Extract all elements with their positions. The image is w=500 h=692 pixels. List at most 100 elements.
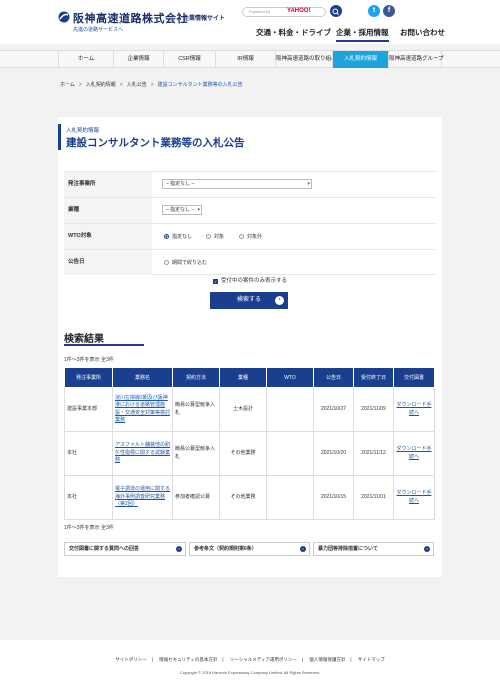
gnav-initiatives[interactable]: 阪神高速道路の取り組み bbox=[275, 51, 337, 68]
util-nav-traffic[interactable]: 交通・料金・ドライブ bbox=[256, 27, 331, 38]
date-filter-radio[interactable]: 期間で絞り込む bbox=[164, 259, 207, 266]
breadcrumb: ホーム > 入札契約情報 > 入札公告 > 建設コンサルタント業務等の入札公告 bbox=[60, 81, 243, 88]
site-footer: サイトポリシー | 情報セキュリティの基本方針 | ソーシャルメディア運用ポリシー |… bbox=[0, 640, 500, 692]
cell-type: その他業務 bbox=[219, 431, 267, 476]
reference-article-label: 参考条文（契約規則第6条） bbox=[194, 546, 257, 552]
qa-answers-link[interactable]: 交付図書に関する質問への回答 › bbox=[64, 542, 186, 556]
table-row: 本社 電子調達の運用に関する海外事例調査研究業務（第2回） 参加者確認公募 その… bbox=[64, 475, 435, 520]
twitter-icon[interactable]: t bbox=[368, 5, 380, 17]
results-table: 発注事業所 業務名 契約方法 業種 WTO 公告日 受付終了日 交付図書 建設事… bbox=[64, 367, 435, 520]
open-only-label: 受付中の案件のみ表示する bbox=[221, 278, 288, 284]
cell-method: 参加者確認公募 bbox=[172, 475, 220, 520]
footer-link-security[interactable]: 情報セキュリティの基本方針 bbox=[159, 657, 217, 662]
industry-select[interactable]: – 指定なし – bbox=[162, 205, 202, 215]
office-label: 発注事業所 bbox=[64, 172, 152, 197]
wto-radio-excluded-label: 対象外 bbox=[247, 234, 263, 240]
results-title-underline bbox=[64, 344, 144, 346]
project-link[interactable]: アスファルト舗装他の耐久性指標に関する試験業務 bbox=[115, 442, 170, 463]
arrow-right-icon: › bbox=[176, 546, 182, 552]
breadcrumb-home[interactable]: ホーム bbox=[60, 82, 75, 88]
qa-answers-label: 交付図書に関する質問への回答 bbox=[69, 546, 140, 552]
form-row-office: 発注事業所 – 指定なし – bbox=[64, 171, 436, 197]
form-row-wto: WTO対象 指定なし 対象 対象外 bbox=[64, 223, 436, 249]
col-header-wto: WTO bbox=[266, 367, 314, 388]
site-search-input[interactable]: Powered by YAHOO! bbox=[242, 7, 326, 17]
chevron-right-icon: > bbox=[119, 82, 123, 88]
brand-name[interactable]: 阪神高速道路株式会社 bbox=[73, 10, 188, 26]
util-nav-corporate[interactable]: 企業・採用情報 bbox=[336, 27, 389, 42]
col-header-doc: 交付図書 bbox=[393, 367, 435, 388]
col-header-office: 発注事業所 bbox=[64, 367, 113, 388]
footer-link-social[interactable]: ソーシャルメディア運用ポリシー bbox=[230, 657, 297, 662]
breadcrumb-notices[interactable]: 入札公告 bbox=[127, 82, 147, 88]
chevron-right-icon: > bbox=[78, 82, 82, 88]
breadcrumb-bidding[interactable]: 入札契約情報 bbox=[86, 82, 116, 88]
col-header-name: 業務名 bbox=[112, 367, 173, 388]
util-nav-contact[interactable]: お問い合わせ bbox=[400, 27, 445, 38]
copyright: Copyright © 2018 Hanshin Expressway Comp… bbox=[179, 670, 321, 675]
date-label: 公告日 bbox=[64, 250, 152, 275]
site-header: 阪神高速道路株式会社 企業情報サイト 先進の道路サービスへ Powered by… bbox=[0, 0, 500, 44]
search-submit-label: 検索する bbox=[236, 297, 261, 303]
gnav-csr[interactable]: CSR情報 bbox=[163, 51, 215, 68]
search-submit-button[interactable]: 検索する › bbox=[210, 292, 288, 309]
wto-radio-target[interactable]: 対象 bbox=[206, 233, 224, 240]
cell-date: 2021/10/20 bbox=[313, 431, 354, 476]
radio-icon bbox=[164, 260, 169, 265]
cell-end: 2021/11/12 bbox=[353, 431, 394, 476]
company-logo-icon[interactable] bbox=[58, 11, 70, 23]
table-row: 建設事業本部 淀川左岸線2期及び阪神港における道路管理施設・交通安全対策等検討業… bbox=[64, 387, 435, 432]
page-title: 建設コンサルタント業務等の入札公告 bbox=[66, 137, 245, 149]
project-link[interactable]: 電子調達の運用に関する海外事例調査研究業務（第2回） bbox=[115, 486, 170, 507]
office-select[interactable]: – 指定なし – bbox=[162, 179, 312, 189]
cell-end: 2021/11/09 bbox=[353, 387, 394, 432]
cell-wto bbox=[266, 387, 314, 432]
gnav-home[interactable]: ホーム bbox=[58, 51, 113, 68]
cell-date: 2021/10/27 bbox=[313, 387, 354, 432]
footer-link-privacy[interactable]: 個人情報保護方針 bbox=[309, 657, 345, 662]
open-only-checkbox[interactable]: ✓ 受付中の案件のみ表示する bbox=[213, 276, 287, 284]
page-category: 入札契約情報 bbox=[66, 128, 100, 134]
results-count-top: 1件～3件を表示 全3件 bbox=[64, 357, 114, 363]
footer-link-site-policy[interactable]: サイトポリシー bbox=[115, 657, 147, 662]
cell-wto bbox=[266, 431, 314, 476]
gnav-bidding[interactable]: 入札契約情報 bbox=[332, 51, 388, 68]
gnav-group[interactable]: 阪神高速道路グループ bbox=[388, 51, 444, 68]
cell-doc: ダウンロード手続へ bbox=[393, 387, 435, 432]
col-header-end: 受付終了日 bbox=[353, 367, 394, 388]
tagline: 先進の道路サービスへ bbox=[73, 27, 124, 33]
results-count-bottom: 1件～3件を表示 全3件 bbox=[64, 525, 114, 531]
form-row-date: 公告日 期間で絞り込む bbox=[64, 249, 436, 275]
radio-icon bbox=[206, 234, 211, 239]
wto-radio-none[interactable]: 指定なし bbox=[164, 233, 192, 240]
download-link[interactable]: ダウンロード手続へ bbox=[396, 490, 431, 504]
download-link[interactable]: ダウンロード手続へ bbox=[396, 402, 431, 416]
cell-office: 本社 bbox=[64, 475, 113, 520]
search-button[interactable] bbox=[330, 5, 342, 17]
footer-link-sitemap[interactable]: サイトマップ bbox=[358, 657, 385, 662]
reference-article-link[interactable]: 参考条文（契約規則第6条） › bbox=[189, 542, 310, 556]
date-filter-label: 期間で絞り込む bbox=[172, 260, 208, 266]
form-row-industry: 業種 – 指定なし – bbox=[64, 197, 436, 223]
cell-name: アスファルト舗装他の耐久性指標に関する試験業務 bbox=[112, 431, 173, 476]
cell-type: その他業務 bbox=[219, 475, 267, 520]
breadcrumb-current: 建設コンサルタント業務等の入札公告 bbox=[157, 82, 243, 88]
wto-radio-none-label: 指定なし bbox=[172, 234, 193, 240]
arrow-right-icon: › bbox=[300, 546, 306, 552]
page-heading: 入札契約情報 建設コンサルタント業務等の入札公告 bbox=[58, 124, 442, 150]
radio-selected-icon bbox=[164, 234, 169, 239]
gnav-ir[interactable]: IR情報 bbox=[215, 51, 275, 68]
facebook-icon[interactable]: f bbox=[383, 5, 395, 17]
wto-radio-excluded[interactable]: 対象外 bbox=[239, 233, 262, 240]
radio-icon bbox=[239, 234, 244, 239]
cell-date: 2021/10/15 bbox=[313, 475, 354, 520]
cell-method: 簡易公募型競争入札 bbox=[172, 387, 220, 432]
cell-name: 淀川左岸線2期及び阪神港における道路管理施設・交通安全対策等検討業務 bbox=[112, 387, 173, 432]
cell-wto bbox=[266, 475, 314, 520]
cell-type: 土木設計 bbox=[219, 387, 267, 432]
project-link[interactable]: 淀川左岸線2期及び阪神港における道路管理施設・交通安全対策等検討業務 bbox=[115, 395, 170, 424]
anti-gang-link[interactable]: 暴力団等排除措置について › bbox=[313, 542, 434, 556]
wto-radio-target-label: 対象 bbox=[214, 234, 225, 240]
gnav-corporate[interactable]: 企業情報 bbox=[113, 51, 163, 68]
download-link[interactable]: ダウンロード手続へ bbox=[396, 446, 431, 460]
